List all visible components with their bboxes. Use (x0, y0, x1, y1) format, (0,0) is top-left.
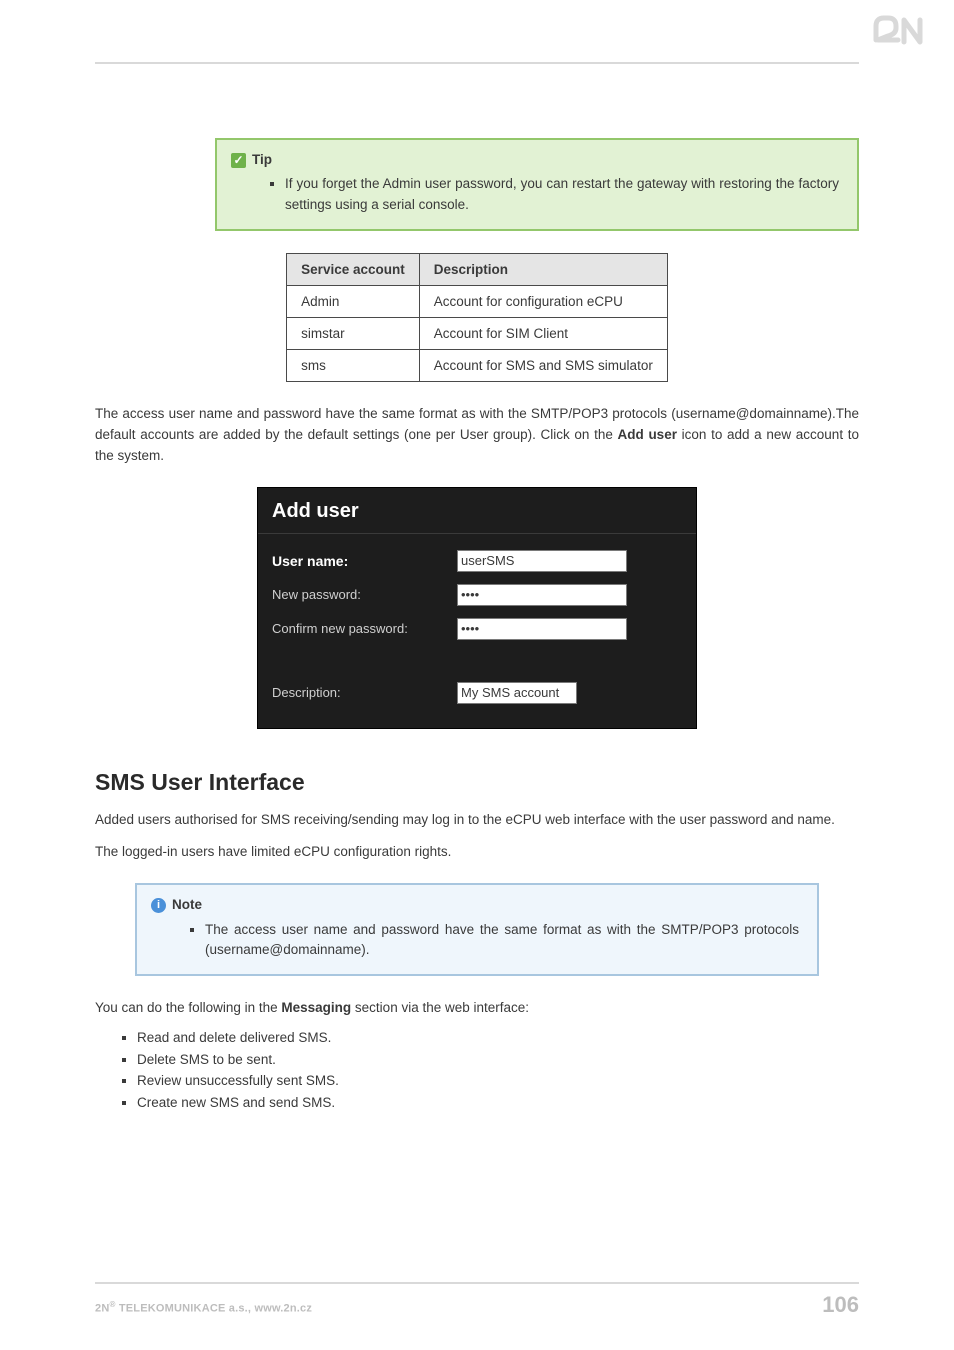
paragraph-limited-rights: The logged-in users have limited eCPU co… (95, 842, 859, 863)
confirm-password-label: Confirm new password: (272, 621, 457, 636)
add-user-form-screenshot: Add user User name: userSMS New password… (257, 487, 697, 729)
cell-desc: Account for SIM Client (419, 317, 667, 349)
cell-account: Admin (287, 285, 420, 317)
cell-desc: Account for SMS and SMS simulator (419, 349, 667, 381)
tip-heading: ✓ Tip (231, 150, 839, 170)
new-password-input: •••• (457, 584, 627, 606)
list-item: Read and delete delivered SMS. (137, 1027, 859, 1049)
list-item: Review unsuccessfully sent SMS. (137, 1070, 859, 1092)
table-row: simstar Account for SIM Client (287, 317, 668, 349)
footer-company: 2N® TELEKOMUNIKACE a.s., www.2n.cz (95, 1300, 312, 1315)
table-header-row: Service account Description (287, 253, 668, 285)
page-footer: 2N® TELEKOMUNIKACE a.s., www.2n.cz 106 (95, 1282, 859, 1318)
tip-body: If you forget the Admin user password, y… (285, 174, 839, 215)
note-body: The access user name and password have t… (205, 920, 799, 961)
brand-logo (872, 12, 926, 55)
new-password-label: New password: (272, 587, 457, 602)
cell-account: sms (287, 349, 420, 381)
note-callout: i Note The access user name and password… (135, 883, 819, 976)
col-header-description: Description (419, 253, 667, 285)
cell-desc: Account for configuration eCPU (419, 285, 667, 317)
tip-heading-text: Tip (252, 150, 272, 170)
form-title: Add user (258, 488, 696, 534)
table-row: Admin Account for configuration eCPU (287, 285, 668, 317)
header-rule (95, 62, 859, 64)
description-input: My SMS account (457, 682, 577, 704)
paragraph-added-users: Added users authorised for SMS receiving… (95, 810, 859, 831)
tip-callout: ✓ Tip If you forget the Admin user passw… (215, 138, 859, 231)
footer-page-number: 106 (822, 1292, 859, 1318)
list-item: Delete SMS to be sent. (137, 1049, 859, 1071)
description-label: Description: (272, 685, 457, 700)
list-item: Create new SMS and send SMS. (137, 1092, 859, 1114)
paragraph-messaging: You can do the following in the Messagin… (95, 998, 859, 1019)
confirm-password-input: •••• (457, 618, 627, 640)
note-heading-text: Note (172, 895, 202, 915)
service-account-table: Service account Description Admin Accoun… (286, 253, 668, 382)
section-heading: SMS User Interface (95, 769, 859, 796)
cell-account: simstar (287, 317, 420, 349)
username-input: userSMS (457, 550, 627, 572)
table-row: sms Account for SMS and SMS simulator (287, 349, 668, 381)
note-heading: i Note (151, 895, 799, 915)
check-icon: ✓ (231, 153, 246, 168)
username-label: User name: (272, 553, 457, 569)
paragraph-access: The access user name and password have t… (95, 404, 859, 467)
col-header-account: Service account (287, 253, 420, 285)
info-icon: i (151, 898, 166, 913)
messaging-bullets: Read and delete delivered SMS. Delete SM… (95, 1027, 859, 1113)
